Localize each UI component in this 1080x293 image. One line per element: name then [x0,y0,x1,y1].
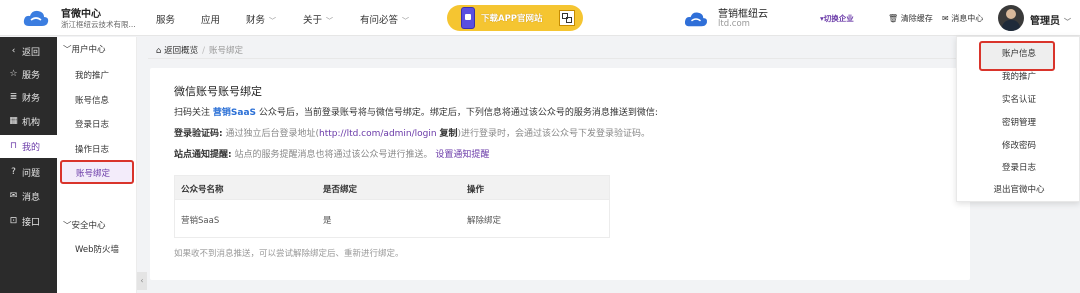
subnav-item-operation-log[interactable]: 操作日志 [75,143,109,155]
chevron-down-icon: ﹀ [402,17,410,25]
sidebar-item-back[interactable]: ‹ 返回 [0,40,57,63]
binding-description: 扫码关注 营销SaaS 公众号后，当前登录账号将与微信号绑定。绑定后，下列信息将… [174,108,658,118]
sidebar-item-questions[interactable]: ? 问题 [0,161,57,184]
company-logo-icon [684,12,708,27]
nav-services[interactable]: 服务 [156,12,175,26]
admin-login-url[interactable]: http://ltd.com/admin/login [319,129,437,139]
menu-item-my-promotion[interactable]: 我的推广 [957,70,1080,82]
subnav-item-waf[interactable]: Web防火墙 [75,243,119,255]
sidebar-item-finance[interactable]: ≣ 财务 [0,86,57,109]
breadcrumb-home[interactable]: ⌂ 返回概览 [156,46,198,56]
binding-table: 公众号名称 是否绑定 操作 营销SaaS 是 解除绑定 [174,175,610,238]
bookmark-icon: ⊓ [9,141,18,151]
notify-info: 站点通知提醒: 站点的服务提醒消息也将通过该公众号进行推送。 设置通知提醒 [174,150,490,160]
chevron-down-icon: ﹀ [1064,18,1071,26]
account-name: 营销SaaS [181,216,220,226]
brand-link[interactable]: 营销SaaS [213,108,256,118]
brand-title[interactable]: 官微中心 [61,5,101,20]
column-header: 是否绑定 [323,185,358,195]
database-icon: ≣ [9,92,18,102]
sidebar-item-org[interactable]: ▦ 机构 [0,110,57,133]
sidebar-item-mine[interactable]: ⊓ 我的 [0,135,57,158]
mail-icon: ✉ [9,191,18,201]
user-menu[interactable]: 管理员 ﹀ [1030,12,1071,27]
subnav-item-promotion[interactable]: 我的推广 [75,69,109,81]
binding-card: 微信账号账号绑定 扫码关注 营销SaaS 公众号后，当前登录账号将与微信号绑定。… [150,68,970,280]
table-row: 营销SaaS 是 解除绑定 [175,199,609,237]
divider [148,58,970,59]
message-center-button[interactable]: ✉ 消息中心 [942,13,983,24]
cloud-logo-icon[interactable] [22,7,50,29]
menu-item-login-log[interactable]: 登录日志 [957,161,1080,173]
sidebar-item-messages[interactable]: ✉ 消息 [0,185,57,208]
bound-status: 是 [323,216,332,226]
brand-subtitle: 浙江框纽云技术有限... [61,20,136,29]
main-sidebar: ‹ 返回 ☆ 服务 ≣ 财务 ▦ 机构 ⊓ 我的 ? 问题 ✉ 消息 ⊡ 接口 [0,37,57,293]
unbind-link[interactable]: 解除绑定 [467,214,501,226]
sidebar-item-services[interactable]: ☆ 服务 [0,63,57,86]
nav-apps[interactable]: 应用 [201,12,220,26]
page-title: 微信账号账号绑定 [174,85,262,98]
collapse-sidebar-handle[interactable]: ‹ [137,272,147,290]
breadcrumb: ⌂ 返回概览 / 账号绑定 [156,46,244,56]
table-header: 公众号名称 是否绑定 操作 [175,176,609,199]
company-domain: ltd.com [718,19,750,29]
breadcrumb-current: 账号绑定 [209,46,244,56]
clear-cache-button[interactable]: 🗑 清除缓存 [888,13,933,24]
nav-qa[interactable]: 有问必答 ﹀ [360,12,409,26]
nav-finance[interactable]: 财务 ﹀ [246,12,276,26]
column-header: 公众号名称 [181,185,224,195]
subnav-item-account-info[interactable]: 账号信息 [75,94,109,106]
group-user-center[interactable]: ﹀用户中心 [63,43,106,55]
mail-icon: ✉ [942,14,949,23]
trash-icon: 🗑 [888,14,899,23]
group-security-center[interactable]: ﹀安全中心 [63,219,106,231]
back-icon: ‹ [11,46,16,56]
chevron-down-icon: ﹀ [326,17,334,25]
avatar[interactable] [998,5,1024,31]
switch-company-button[interactable]: ▾切换企业 [820,13,854,24]
download-app-banner[interactable]: 下载APP官网站 [447,5,583,31]
sidebar-item-api[interactable]: ⊡ 接口 [0,210,57,233]
subnav-item-account-binding[interactable]: 账号绑定 [60,160,134,184]
qr-code-icon [559,10,575,26]
interface-icon: ⊡ [9,216,18,226]
help-tip: 如果收不到消息推送，可以尝试解除绑定后、重新进行绑定。 [174,249,404,259]
menu-item-real-name[interactable]: 实名认证 [957,93,1080,105]
building-icon: ▦ [9,116,18,126]
menu-item-change-password[interactable]: 修改密码 [957,139,1080,151]
promo-text: 下载APP官网站 [481,14,543,24]
menu-item-key-management[interactable]: 密钥管理 [957,116,1080,128]
question-icon: ? [11,167,16,177]
nav-about[interactable]: 关于 ﹀ [303,12,333,26]
subnav-item-login-log[interactable]: 登录日志 [75,118,109,130]
column-header: 操作 [467,185,485,195]
star-icon: ☆ [9,69,18,79]
user-dropdown-menu: 账户信息 我的推广 实名认证 密钥管理 修改密码 登录日志 退出官微中心 [956,36,1080,202]
copy-url-link[interactable]: 复制 [439,129,457,139]
notify-settings-link[interactable]: 设置通知提醒 [435,150,489,160]
menu-item-logout[interactable]: 退出官微中心 [957,183,1080,195]
chevron-down-icon: ﹀ [269,17,277,25]
menu-item-account-info[interactable]: 账户信息 [957,47,1080,59]
company-name: 营销框纽云 [718,9,768,20]
login-code-info: 登录验证码: 通过独立后台登录地址(http://ltd.com/admin/l… [174,129,650,139]
phone-icon [461,7,475,29]
top-bar: 官微中心 浙江框纽云技术有限... 服务 应用 财务 ﹀ 关于 ﹀ 有问必答 ﹀ 下载… [0,0,1080,36]
